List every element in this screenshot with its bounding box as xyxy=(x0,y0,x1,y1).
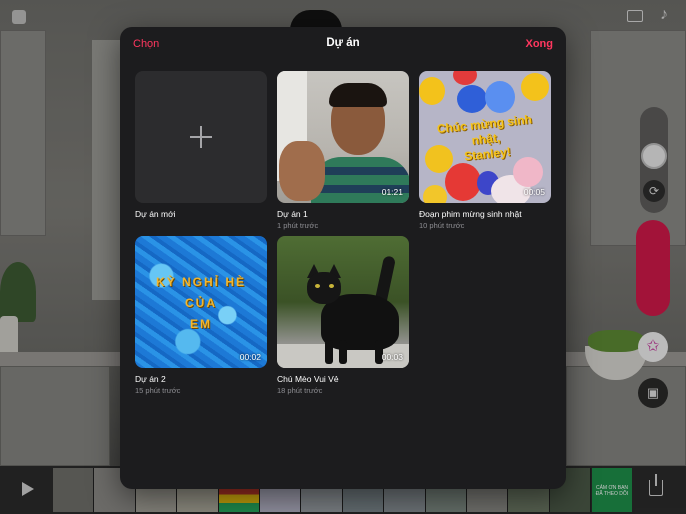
balloon xyxy=(485,81,515,113)
select-button[interactable]: Chọn xyxy=(133,38,159,50)
project-duration: 01:21 xyxy=(381,187,403,197)
project-modified: 15 phút trước xyxy=(135,386,181,395)
thumb-hair xyxy=(329,83,387,107)
balloon xyxy=(521,73,549,101)
project-tile[interactable]: Chúc mừng sinh nhật, Stanley! 00:05 Đoạn… xyxy=(419,71,551,230)
project-tile[interactable]: 00:03 Chú Mèo Vui Vẻ 18 phút trước xyxy=(277,236,409,395)
new-project-thumbnail[interactable] xyxy=(135,71,267,203)
projects-modal: Chọn Dự án Xong Dự án mới 01:21 Dự án 1 … xyxy=(120,27,566,489)
project-tile[interactable]: KỲ NGHỈ HÈ CỦA EM 00:02 Dự án 2 15 phút … xyxy=(135,236,267,395)
project-thumbnail[interactable]: 01:21 xyxy=(277,71,409,203)
project-tile[interactable]: 01:21 Dự án 1 1 phút trước xyxy=(277,71,409,230)
new-project-tile[interactable]: Dự án mới xyxy=(135,71,267,219)
balloon xyxy=(419,77,445,105)
project-duration: 00:05 xyxy=(523,187,545,197)
balloon xyxy=(453,71,477,85)
cat-eye xyxy=(329,284,334,288)
project-modified: 10 phút trước xyxy=(419,221,465,230)
project-modified: 18 phút trước xyxy=(277,386,323,395)
modal-header: Chọn Dự án Xong xyxy=(120,27,566,61)
project-name: Đoạn phim mừng sinh nhật xyxy=(419,209,522,219)
cat-leg xyxy=(339,340,347,364)
cat-eye xyxy=(315,284,320,288)
thumb-hand xyxy=(279,141,325,201)
project-thumbnail[interactable]: KỲ NGHỈ HÈ CỦA EM 00:02 xyxy=(135,236,267,368)
balloon xyxy=(457,85,487,113)
balloon xyxy=(445,163,481,201)
project-duration: 00:02 xyxy=(239,352,261,362)
project-name: Dự án 2 xyxy=(135,374,166,384)
done-button[interactable]: Xong xyxy=(526,38,554,50)
modal-title: Dự án xyxy=(326,37,360,49)
summer-thumb-text: KỲ NGHỈ HÈ CỦA EM xyxy=(155,275,246,331)
project-duration: 00:03 xyxy=(381,352,403,362)
project-name: Dự án 1 xyxy=(277,209,308,219)
balloon xyxy=(423,185,447,203)
cat-head xyxy=(307,272,341,304)
balloon xyxy=(513,157,543,187)
project-name: Chú Mèo Vui Vẻ xyxy=(277,374,339,384)
project-modified: 1 phút trước xyxy=(277,221,319,230)
cat-leg xyxy=(325,340,333,364)
new-project-label: Dự án mới xyxy=(135,209,176,219)
project-thumbnail[interactable]: Chúc mừng sinh nhật, Stanley! 00:05 xyxy=(419,71,551,203)
project-thumbnail[interactable]: 00:03 xyxy=(277,236,409,368)
